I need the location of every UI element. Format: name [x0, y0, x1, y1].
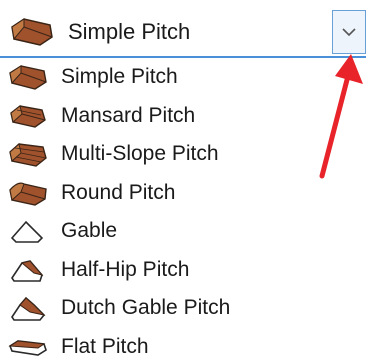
menu-item-label: Simple Pitch — [61, 65, 178, 88]
half-hip-roof-icon — [11, 259, 44, 282]
menu-item-dutch-gable-pitch[interactable]: Dutch Gable Pitch — [0, 289, 300, 328]
menu-item-round-pitch[interactable]: Round Pitch — [0, 174, 300, 213]
simple-pitch-roof-icon — [9, 65, 47, 90]
menu-item-simple-pitch[interactable]: Simple Pitch — [0, 58, 300, 97]
simple-pitch-roof-icon — [11, 18, 53, 46]
menu-item-label: Flat Pitch — [61, 334, 149, 358]
menu-item-label: Mansard Pitch — [61, 103, 196, 127]
menu-item-gable[interactable]: Gable — [0, 212, 300, 251]
dropdown-toggle-button[interactable] — [332, 10, 366, 54]
multi-slope-roof-icon — [9, 143, 47, 167]
menu-item-flat-pitch[interactable]: Flat Pitch — [0, 328, 300, 362]
menu-item-label: Gable — [61, 219, 118, 242]
red-arrow-icon — [319, 54, 363, 179]
selected-roof-type: Simple Pitch — [68, 19, 191, 44]
round-roof-icon — [9, 182, 47, 206]
flat-roof-icon — [8, 339, 47, 356]
menu-item-label: Round Pitch — [61, 180, 176, 204]
menu-item-mansard-pitch[interactable]: Mansard Pitch — [0, 97, 300, 136]
roof-type-list: Simple Pitch Mansard Pitch Multi-Slope P… — [0, 58, 300, 362]
gable-outline-icon — [10, 220, 44, 243]
roof-type-picker: Simple Pitch Simple Pitch Mansard Pitch … — [0, 0, 368, 362]
menu-item-half-hip-pitch[interactable]: Half-Hip Pitch — [0, 251, 300, 290]
chevron-down-icon — [342, 28, 356, 37]
menu-item-multi-slope-pitch[interactable]: Multi-Slope Pitch — [0, 135, 300, 174]
menu-item-label: Dutch Gable Pitch — [61, 296, 231, 319]
menu-item-label: Half-Hip Pitch — [61, 257, 190, 281]
dutch-gable-roof-icon — [11, 296, 46, 321]
menu-item-label: Multi-Slope Pitch — [61, 142, 219, 165]
mansard-roof-icon — [10, 104, 46, 128]
